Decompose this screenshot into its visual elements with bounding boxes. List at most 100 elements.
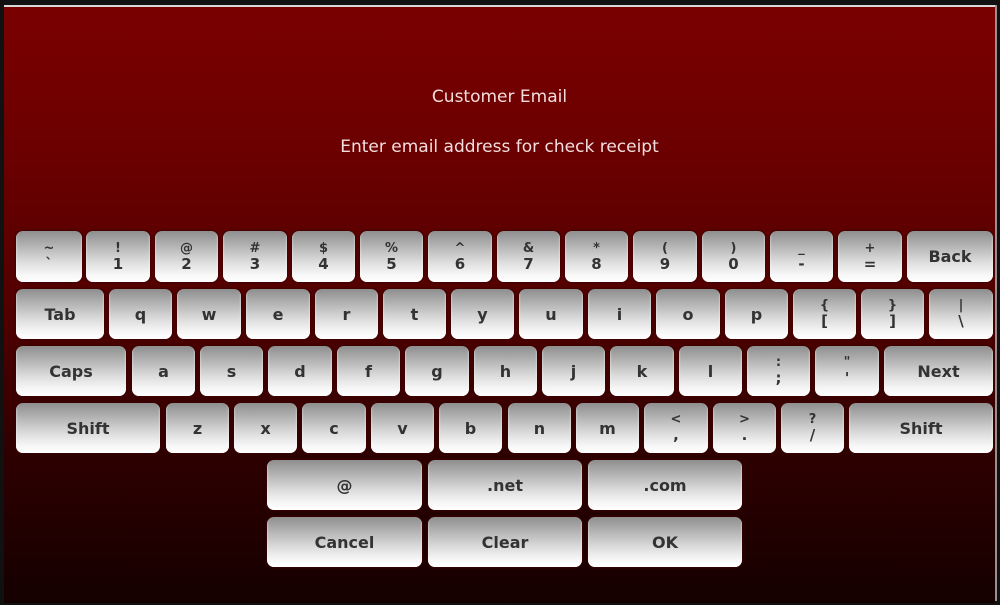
key-label: f: [365, 361, 372, 381]
key-s-button[interactable]: s: [200, 346, 263, 396]
key-i-button[interactable]: i: [588, 289, 651, 339]
key-y-button[interactable]: y: [451, 289, 514, 339]
key-dotcom-button[interactable]: .com: [588, 460, 742, 510]
key-label: .com: [643, 475, 687, 495]
key-label: u: [545, 304, 557, 324]
key-shift-label: *: [593, 240, 600, 256]
key-label: Next: [917, 361, 960, 381]
key-at-button[interactable]: @: [267, 460, 422, 510]
key-base-label: 5: [386, 254, 397, 273]
key-base-label: 0: [728, 254, 739, 273]
key-label: @: [336, 475, 353, 495]
key-z-button[interactable]: z: [166, 403, 229, 453]
key-label: v: [397, 418, 408, 438]
key-hashminus3-button[interactable]: #3: [223, 231, 287, 282]
key-shift-label: ^: [454, 240, 466, 256]
key-n-button[interactable]: n: [508, 403, 571, 453]
key-label: z: [192, 418, 203, 438]
dialog-title: Customer Email: [431, 87, 568, 107]
key-base-label: 7: [523, 254, 534, 273]
key-exclaimminus1-button[interactable]: ! 1: [86, 231, 150, 282]
key-clear-button[interactable]: Clear: [428, 517, 582, 567]
key-tab-button[interactable]: Tab: [16, 289, 104, 339]
key-v-button[interactable]: v: [371, 403, 434, 453]
key-label: m: [599, 418, 616, 438]
key-shift-label: >: [739, 412, 750, 427]
key-f-button[interactable]: f: [337, 346, 400, 396]
key-shift-label: :: [775, 355, 782, 370]
key-quoteminusapostrophe-button[interactable]: " ': [815, 346, 879, 396]
key-starminus8-button[interactable]: * 8: [565, 231, 628, 282]
key-a-button[interactable]: a: [132, 346, 195, 396]
key-t-button[interactable]: t: [383, 289, 446, 339]
key-shift-label: ): [730, 240, 737, 256]
key-pipeminusbackslash-button[interactable]: | \: [929, 289, 993, 339]
key-label: Cancel: [314, 532, 375, 552]
key-b-button[interactable]: b: [439, 403, 502, 453]
key-cancel-button[interactable]: Cancel: [267, 517, 422, 567]
key-c-button[interactable]: c: [302, 403, 366, 453]
key-o-button[interactable]: o: [656, 289, 720, 339]
key-m-button[interactable]: m: [576, 403, 639, 453]
key-tildeminusbacktick-button[interactable]: ~ `: [16, 231, 82, 282]
key-label: d: [294, 361, 306, 381]
key-rparenminus0-button[interactable]: ) 0: [702, 231, 765, 282]
key-shift-label: ?: [808, 412, 817, 427]
dialog-prompt: Enter email address for check receipt: [340, 137, 659, 157]
key-ampminus7-button[interactable]: & 7: [497, 231, 560, 282]
key-next-button[interactable]: Next: [884, 346, 993, 396]
key-base-label: \: [958, 312, 964, 330]
key-j-button[interactable]: j: [542, 346, 605, 396]
key-plusminusequals-button[interactable]: + =: [838, 231, 902, 282]
key-shift-label: ~: [43, 240, 55, 256]
key-base-label: 4: [318, 254, 329, 273]
key-label: a: [158, 361, 169, 381]
key-p-button[interactable]: p: [725, 289, 788, 339]
key-x-button[interactable]: x: [234, 403, 297, 453]
key-shift-label: #: [249, 240, 261, 256]
key-g-button[interactable]: g: [405, 346, 469, 396]
key-w-button[interactable]: w: [177, 289, 241, 339]
key-shift-button[interactable]: Shift: [16, 403, 160, 453]
key-d-button[interactable]: d: [268, 346, 332, 396]
key-shift-label: }: [887, 298, 898, 313]
key-base-label: 3: [249, 254, 261, 273]
key-shift-label: ": [843, 355, 851, 370]
key-e-button[interactable]: e: [246, 289, 310, 339]
key-questionminusslash-button[interactable]: ? /: [781, 403, 844, 453]
key-dotnet-button[interactable]: .net: [428, 460, 582, 510]
key-label: x: [260, 418, 271, 438]
key-shift-label: $: [318, 240, 329, 256]
key-caretminus6-button[interactable]: ^ 6: [428, 231, 492, 282]
key-label: s: [226, 361, 237, 381]
key-caps-button[interactable]: Caps: [16, 346, 126, 396]
key-k-button[interactable]: k: [610, 346, 674, 396]
key-atminus2-button[interactable]: @2: [155, 231, 218, 282]
key-label: o: [682, 304, 694, 324]
key-rbraceminusrbracket-button[interactable]: }]: [861, 289, 924, 339]
key-lbraceminuslbracket-button[interactable]: {[: [793, 289, 856, 339]
key-shift-button[interactable]: Shift: [849, 403, 993, 453]
key-base-label: 1: [112, 254, 124, 273]
key-back-button[interactable]: Back: [907, 231, 993, 282]
key-base-label: =: [863, 254, 877, 273]
key-base-label: 9: [659, 254, 671, 273]
key-r-button[interactable]: r: [315, 289, 378, 339]
key-underscoreminusminus-button[interactable]: _ -: [770, 231, 833, 282]
key-l-button[interactable]: l: [679, 346, 742, 396]
window-edge: [995, 5, 997, 601]
key-base-label: ]: [889, 312, 896, 330]
key-q-button[interactable]: q: [109, 289, 172, 339]
key-base-label: ;: [775, 369, 782, 387]
key-ltminuscomma-button[interactable]: <,: [644, 403, 708, 453]
key-dollarminus4-button[interactable]: $4: [292, 231, 355, 282]
key-lparenminus9-button[interactable]: (9: [633, 231, 697, 282]
key-ok-button[interactable]: OK: [588, 517, 742, 567]
key-gtminusdot-button[interactable]: >.: [713, 403, 776, 453]
key-h-button[interactable]: h: [474, 346, 537, 396]
key-shift-label: {: [819, 298, 830, 313]
key-colonminussemicolon-button[interactable]: :;: [747, 346, 810, 396]
key-label: g: [431, 361, 443, 381]
key-u-button[interactable]: u: [519, 289, 583, 339]
key-percentminus5-button[interactable]: % 5: [360, 231, 423, 282]
